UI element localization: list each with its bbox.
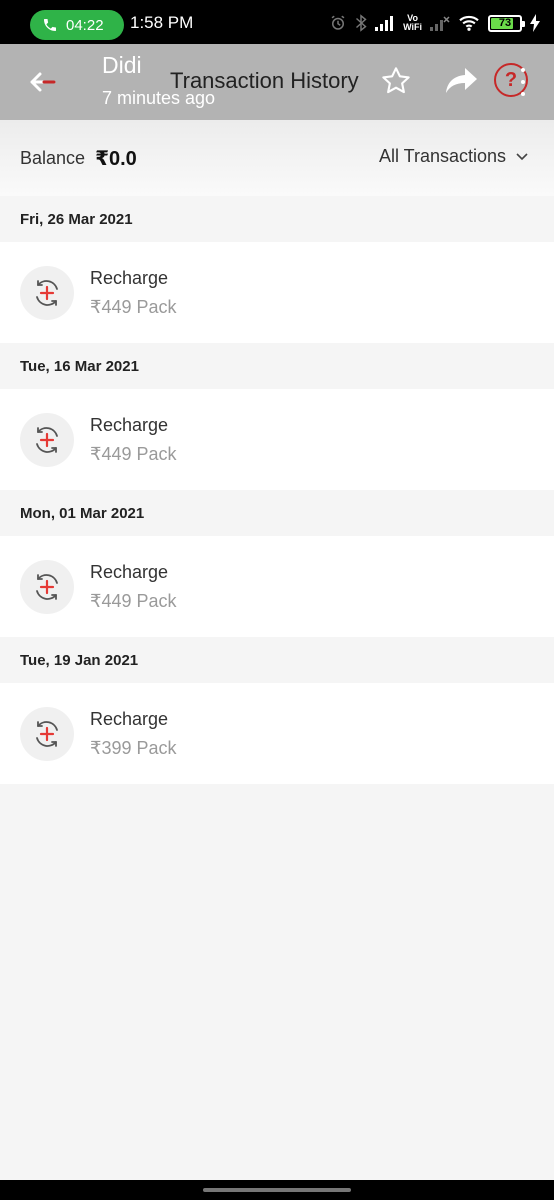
battery-indicator: 73 [488,14,525,32]
transaction-item[interactable]: Recharge ₹449 Pack [0,536,554,637]
recharge-icon [20,412,74,467]
balance-value: ₹0.0 [95,147,137,170]
call-timer: 04:22 [66,16,104,34]
charging-icon [530,14,540,32]
app-header: Didi 7 minutes ago Transaction History ? [0,44,554,120]
star-icon [382,67,410,94]
transaction-item[interactable]: Recharge ₹449 Pack [0,242,554,343]
chevron-down-icon [516,152,528,160]
transaction-pack: ₹449 Pack [90,296,177,317]
vowifi-indicator: Vo WiFi [403,13,422,32]
transaction-item[interactable]: Recharge ₹399 Pack [0,683,554,784]
transaction-title: Recharge [90,414,169,435]
transaction-item[interactable]: Recharge ₹449 Pack [0,389,554,490]
status-bar: 04:22 1:58 PM Vo WiFi 73 [0,0,554,44]
date-header: Tue, 16 Mar 2021 [0,343,554,389]
ongoing-call-pill[interactable]: 04:22 [30,10,124,40]
contact-name: Didi [102,52,142,78]
more-options-button[interactable] [520,68,526,96]
bluetooth-icon [356,14,367,32]
status-icons: Vo WiFi 73 [329,11,540,35]
share-button[interactable] [445,66,479,96]
page-title: Transaction History [170,68,359,93]
transaction-title: Recharge [90,267,169,288]
help-icon: ? [504,68,518,91]
signal-x-icon [430,16,450,31]
balance-bar: Balance ₹0.0 All Transactions [0,120,554,196]
phone-icon [44,19,56,31]
transaction-filter-dropdown[interactable]: All Transactions [379,146,528,167]
balance-label: Balance [20,147,86,168]
transaction-title: Recharge [90,708,169,729]
date-header: Tue, 19 Jan 2021 [0,637,554,683]
back-arrow-icon [30,72,56,92]
recharge-icon [20,265,74,320]
filter-label: All Transactions [378,146,506,166]
star-button[interactable] [380,65,412,97]
clock: 1:58 PM [130,13,194,32]
back-button[interactable] [22,64,62,100]
signal-icon [375,16,394,31]
wifi-icon [459,15,479,31]
transaction-details: Recharge ₹399 Pack [90,709,177,759]
transaction-pack: ₹399 Pack [90,737,177,758]
transaction-list: Fri, 26 Mar 2021 Recharge ₹449 Pack Tue, 16… [0,196,554,784]
date-header: Mon, 01 Mar 2021 [0,490,554,536]
more-icon [521,68,525,72]
recharge-icon [20,559,74,614]
transaction-pack: ₹449 Pack [90,443,177,464]
transaction-pack: ₹449 Pack [90,590,177,611]
share-icon [446,68,477,93]
transaction-details: Recharge ₹449 Pack [90,415,177,465]
transaction-details: Recharge ₹449 Pack [90,562,177,612]
transaction-details: Recharge ₹449 Pack [90,268,177,318]
home-indicator[interactable] [203,1188,351,1192]
date-header: Fri, 26 Mar 2021 [0,196,554,242]
alarm-icon [331,15,345,30]
transaction-title: Recharge [90,561,169,582]
recharge-icon [20,706,74,761]
navigation-bar [0,1180,554,1200]
